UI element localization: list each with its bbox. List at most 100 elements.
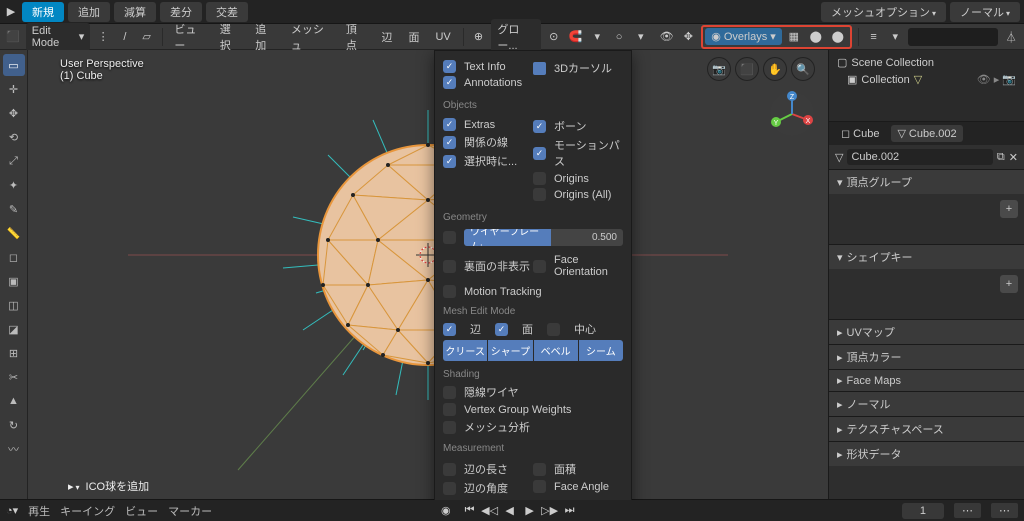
sharp-button[interactable]: シャープ <box>488 340 532 361</box>
crease-button[interactable]: クリース <box>443 340 487 361</box>
outliner-search[interactable] <box>908 28 998 46</box>
shape-key-add-button[interactable]: + <box>1000 275 1018 293</box>
overlays-dropdown[interactable]: ◉ Overlays ▾ <box>705 28 782 45</box>
uv-menu[interactable]: UV <box>429 29 456 45</box>
relationship-checkbox[interactable] <box>443 136 456 149</box>
annotations-checkbox[interactable] <box>443 76 456 89</box>
pan-icon[interactable]: ✋ <box>764 58 786 80</box>
extras-checkbox[interactable] <box>443 118 456 131</box>
auto-key-icon[interactable]: ◉ <box>441 504 451 517</box>
collection-label[interactable]: Collection <box>861 74 909 86</box>
perspective-toggle-icon[interactable]: ⬛ <box>736 58 758 80</box>
edge-menu[interactable]: 辺 <box>375 27 398 47</box>
cursor-color-swatch[interactable] <box>533 62 546 75</box>
pivot-icon[interactable]: ⊙ <box>545 27 563 47</box>
center-overlay-checkbox[interactable] <box>547 323 560 336</box>
selected-checkbox[interactable] <box>443 155 456 168</box>
frame-start-field[interactable]: ⋯ <box>954 503 981 518</box>
editor-type-icon[interactable]: ⬛ <box>4 27 22 47</box>
text-info-checkbox[interactable] <box>443 60 456 73</box>
orientation-icon[interactable]: ⊕ <box>470 27 488 47</box>
edge-angle-checkbox[interactable] <box>443 482 456 495</box>
scale-tool[interactable]: ⤢ <box>3 150 25 172</box>
annotate-tool[interactable]: ✎ <box>3 198 25 220</box>
mesh-name-field[interactable]: Cube.002 <box>847 149 992 165</box>
mode-dropdown[interactable]: Edit Mode▾ <box>26 23 90 51</box>
vertex-group-add-button[interactable]: + <box>1000 200 1018 218</box>
props-cube-tab[interactable]: ◻ Cube <box>835 125 885 142</box>
shading-icon[interactable]: ⬤ <box>806 27 826 47</box>
edges-overlay-checkbox[interactable] <box>443 323 456 336</box>
wireframe-slider[interactable]: ワイヤーフレーム: 0.500 <box>464 229 623 246</box>
shape-keys-header[interactable]: ▾ シェイプキー <box>829 244 1024 269</box>
mesh-unlink-icon[interactable]: ✕ <box>1009 151 1018 164</box>
texture-space-header[interactable]: ▸ テクスチャスペース <box>829 416 1024 441</box>
zoom-icon[interactable]: 🔍 <box>792 58 814 80</box>
cursor-tool[interactable]: ✛ <box>3 78 25 100</box>
next-keyframe-icon[interactable]: ▷▶ <box>541 503 559 519</box>
hidden-wire-checkbox[interactable] <box>443 386 456 399</box>
nav-gizmo[interactable]: X Y Z <box>768 90 816 138</box>
play-reverse-icon[interactable]: ◀ <box>501 503 519 519</box>
select-box-tool[interactable]: ▭ <box>3 54 25 76</box>
play-icon[interactable]: ▶ <box>521 503 539 519</box>
uv-maps-header[interactable]: ▸ UVマップ <box>829 319 1024 344</box>
subtract-op-button[interactable]: 減算 <box>114 2 156 22</box>
extrude-tool[interactable]: ▣ <box>3 270 25 292</box>
props-cube002-tab[interactable]: ▽ Cube.002 <box>891 125 962 142</box>
gizmo-icon[interactable]: ✥ <box>679 27 697 47</box>
camera-view-icon[interactable]: 📷 <box>708 58 730 80</box>
inset-tool[interactable]: ◫ <box>3 294 25 316</box>
proportional-type-icon[interactable]: ▾ <box>632 27 650 47</box>
loopcut-tool[interactable]: ⊞ <box>3 342 25 364</box>
keying-menu[interactable]: キーイング <box>60 503 115 519</box>
bevel-tool[interactable]: ◪ <box>3 318 25 340</box>
vertex-weights-checkbox[interactable] <box>443 403 456 416</box>
timeline-editor-icon[interactable]: ◔▾ <box>6 504 18 517</box>
jump-start-icon[interactable]: ⏮ <box>461 503 479 519</box>
backface-checkbox[interactable] <box>443 260 456 273</box>
viewport-shading-icon[interactable]: ⬤ <box>828 27 848 47</box>
polybuild-tool[interactable]: ▲ <box>3 390 25 412</box>
mesh-options-dropdown[interactable]: メッシュオプション <box>821 2 946 22</box>
filter-icon[interactable]: ⏃ <box>1002 27 1020 47</box>
operator-panel-chevron[interactable]: ▸ <box>68 480 80 493</box>
3d-viewport[interactable]: User Perspective (1) Cube 📷 ⬛ ✋ 🔍 X Y Z <box>28 50 828 500</box>
move-tool[interactable]: ✥ <box>3 102 25 124</box>
motion-tracking-checkbox[interactable] <box>443 285 456 298</box>
prev-keyframe-icon[interactable]: ◀◁ <box>481 503 499 519</box>
normals-header[interactable]: ▸ ノーマル <box>829 391 1024 416</box>
selectable-icon[interactable]: ▸ <box>994 73 1000 86</box>
visibility-eye-icon[interactable]: 👁 <box>977 73 991 86</box>
render-icon[interactable]: 📷 <box>1002 73 1016 86</box>
frame-end-field[interactable]: ⋯ <box>991 503 1018 518</box>
edge-length-checkbox[interactable] <box>443 463 456 476</box>
origins-all-checkbox[interactable] <box>533 188 546 201</box>
display-mode-icon[interactable]: ▾ <box>886 27 904 47</box>
wireframe-checkbox[interactable] <box>443 231 456 244</box>
timeline-view-menu[interactable]: ビュー <box>125 503 158 519</box>
jump-end-icon[interactable]: ⏭ <box>561 503 579 519</box>
add-op-button[interactable]: 追加 <box>68 2 110 22</box>
outliner-editor-icon[interactable]: ≡ <box>865 27 883 47</box>
seam-button[interactable]: シーム <box>579 340 623 361</box>
face-area-checkbox[interactable] <box>533 463 546 476</box>
origins-checkbox[interactable] <box>533 172 546 185</box>
spin-tool[interactable]: ↻ <box>3 414 25 436</box>
faces-overlay-checkbox[interactable] <box>495 323 508 336</box>
geometry-data-header[interactable]: ▸ 形状データ <box>829 441 1024 466</box>
marker-menu[interactable]: マーカー <box>168 503 212 519</box>
motionpaths-checkbox[interactable] <box>533 147 546 160</box>
new-button[interactable]: 新規 <box>22 2 64 22</box>
vertex-groups-header[interactable]: ▾ 頂点グループ <box>829 169 1024 194</box>
normal-dropdown[interactable]: ノーマル <box>950 2 1020 22</box>
snap-type-icon[interactable]: ▾ <box>588 27 606 47</box>
knife-tool[interactable]: ✂ <box>3 366 25 388</box>
face-maps-header[interactable]: ▸ Face Maps <box>829 369 1024 391</box>
add-cube-tool[interactable]: ◻ <box>3 246 25 268</box>
transform-tool[interactable]: ✦ <box>3 174 25 196</box>
smooth-tool[interactable]: 〰 <box>3 438 25 460</box>
rotate-tool[interactable]: ⟲ <box>3 126 25 148</box>
bevel-button[interactable]: ベベル <box>534 340 578 361</box>
face-orientation-checkbox[interactable] <box>533 260 546 273</box>
